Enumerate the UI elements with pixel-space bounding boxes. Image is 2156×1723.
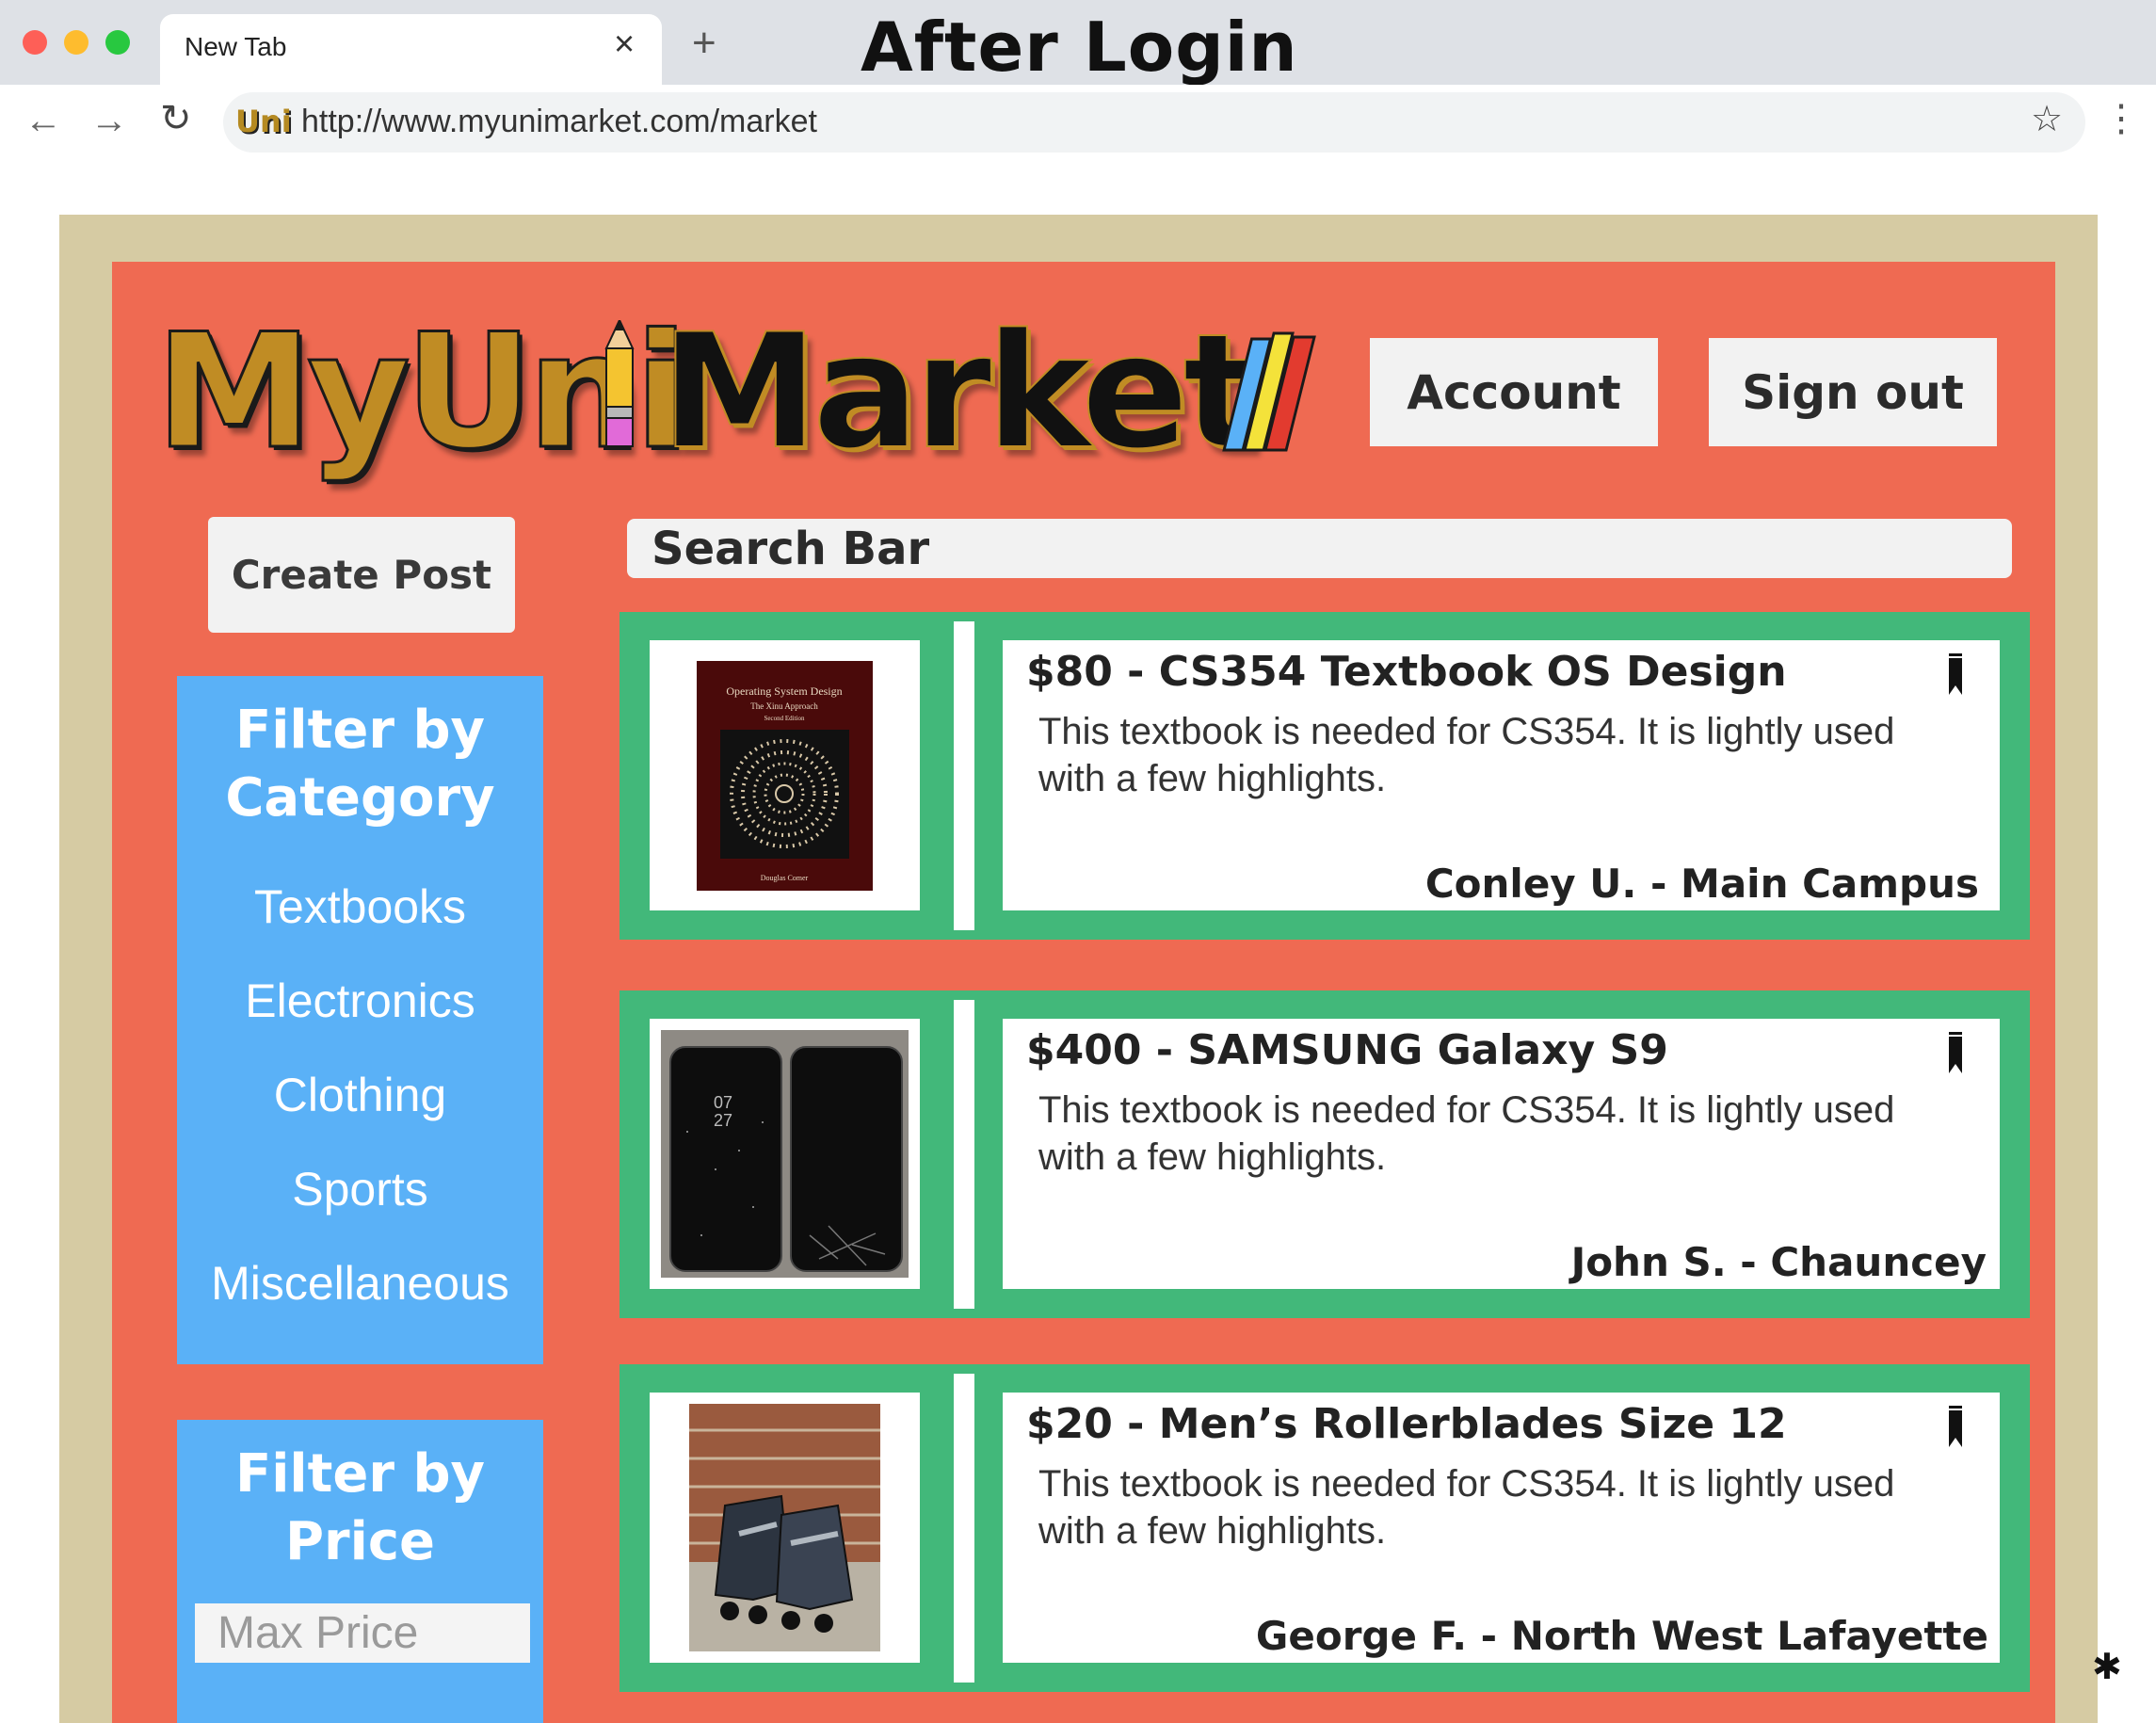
rollerblades-photo-image[interactable] <box>650 1393 920 1663</box>
address-bar-url[interactable]: http://www.myunimarket.com/market <box>301 104 817 140</box>
logo-text-market: Market <box>660 299 1260 484</box>
cover-author: Douglas Comer <box>761 874 809 882</box>
category-item-miscellaneous[interactable]: Miscellaneous <box>177 1256 543 1311</box>
window-close-button[interactable] <box>23 30 47 55</box>
cover-subtitle: The Xinu Approach <box>750 701 818 711</box>
back-arrow-icon[interactable]: ← <box>24 102 62 139</box>
new-tab-icon[interactable]: + <box>692 23 716 64</box>
bookmark-icon[interactable] <box>1945 653 1966 695</box>
category-item-electronics[interactable]: Electronics <box>177 974 543 1028</box>
listing-image-frame <box>650 1393 920 1663</box>
listing-card[interactable]: Operating System Design The Xinu Approac… <box>619 612 2030 940</box>
listing-title[interactable]: $400 - SAMSUNG Galaxy S9 <box>1026 1026 1668 1074</box>
card-divider <box>954 621 974 930</box>
gear-icon[interactable]: ✱ <box>2092 1646 2122 1688</box>
listing-card[interactable]: $20 - Men’s Rollerblades Size 12 This te… <box>619 1364 2030 1692</box>
pencil-icon <box>604 320 635 447</box>
phone-photo-image[interactable]: 07 27 <box>650 1019 920 1289</box>
cover-title: Operating System Design <box>726 684 842 698</box>
listing-seller: George F. - North West Lafayette <box>1255 1613 1988 1659</box>
listing-image-frame: Operating System Design The Xinu Approac… <box>650 640 920 910</box>
sign-out-button[interactable]: Sign out <box>1709 338 1997 446</box>
listing-details: $20 - Men’s Rollerblades Size 12 This te… <box>1003 1393 2000 1663</box>
books-icon <box>1222 331 1316 452</box>
reload-icon[interactable]: ↻ <box>160 100 192 137</box>
create-post-button[interactable]: Create Post <box>208 517 515 633</box>
listing-description: This textbook is needed for CS354. It is… <box>1038 711 1895 799</box>
site-logo-market[interactable]: Market <box>660 312 1260 472</box>
listing-title[interactable]: $20 - Men’s Rollerblades Size 12 <box>1026 1400 1787 1448</box>
bookmark-icon[interactable] <box>1945 1032 1966 1073</box>
card-divider <box>954 1000 974 1309</box>
listing-image-frame: 07 27 <box>650 1019 920 1289</box>
price-filter-title: Filter by Price <box>177 1441 543 1576</box>
price-filter-title-line1: Filter by <box>234 1443 486 1505</box>
account-button[interactable]: Account <box>1370 338 1658 446</box>
price-filter-title-line2: Price <box>284 1511 436 1572</box>
site-favicon-icon: Uni <box>235 104 292 139</box>
bookmark-icon[interactable] <box>1945 1406 1966 1447</box>
textbook-cover-image[interactable]: Operating System Design The Xinu Approac… <box>650 640 920 910</box>
category-filter-title: Filter by Category <box>177 697 543 832</box>
window-maximize-button[interactable] <box>105 30 130 55</box>
listing-seller: John S. - Chauncey <box>1570 1239 1987 1285</box>
category-filter-title-line1: Filter by <box>234 700 486 761</box>
cover-edition: Second Edition <box>764 715 805 722</box>
search-bar[interactable]: Search Bar <box>627 519 2012 578</box>
phone-clock-text: 07 <box>714 1093 732 1112</box>
browser-menu-icon[interactable]: ⋮ <box>2102 100 2140 137</box>
category-item-clothing[interactable]: Clothing <box>177 1068 543 1122</box>
tab-close-icon[interactable]: × <box>614 26 635 62</box>
category-item-textbooks[interactable]: Textbooks <box>177 879 543 934</box>
card-divider <box>954 1374 974 1683</box>
listing-description: This textbook is needed for CS354. It is… <box>1038 1089 1895 1178</box>
listing-seller: Conley U. - Main Campus <box>1424 861 1979 907</box>
listing-title[interactable]: $80 - CS354 Textbook OS Design <box>1026 648 1787 696</box>
max-price-input[interactable] <box>195 1603 530 1663</box>
forward-arrow-icon[interactable]: → <box>90 102 128 139</box>
listing-description: This textbook is needed for CS354. It is… <box>1038 1463 1895 1552</box>
category-item-sports[interactable]: Sports <box>177 1162 543 1216</box>
bookmark-star-icon[interactable]: ☆ <box>2031 102 2063 137</box>
listing-card[interactable]: 07 27 $400 - SAMSUNG Galaxy S9 This text… <box>619 990 2030 1318</box>
listing-details: $80 - CS354 Textbook OS Design This text… <box>1003 640 2000 910</box>
tab-title: New Tab <box>185 32 287 61</box>
phone-clock-text-2: 27 <box>714 1111 732 1130</box>
category-filter-title-line2: Category <box>225 767 495 829</box>
window-minimize-button[interactable] <box>64 30 88 55</box>
listing-details: $400 - SAMSUNG Galaxy S9 This textbook i… <box>1003 1019 2000 1289</box>
annotation-title: After Login <box>861 8 1298 87</box>
